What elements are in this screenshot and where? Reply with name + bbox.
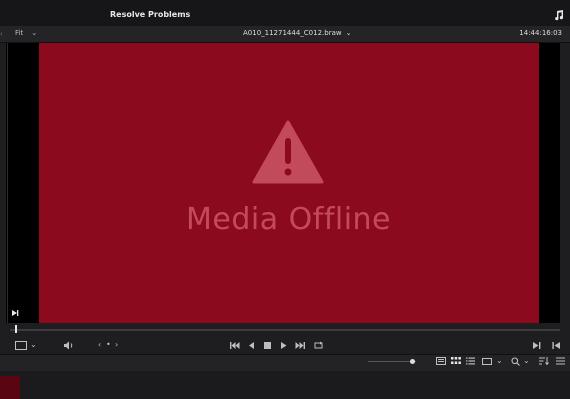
zoom-slider-track[interactable] [368, 361, 416, 362]
zoom-slider-handle[interactable] [410, 359, 415, 364]
title-bar [0, 0, 570, 26]
loop-icon[interactable] [313, 341, 324, 350]
media-offline-label: Media Offline [186, 202, 392, 237]
prev-clip-icon[interactable] [552, 342, 560, 349]
media-pool-area [0, 371, 570, 399]
timecode-display: 14:44:16:03 [519, 29, 562, 37]
metadata-view-icon[interactable] [436, 357, 446, 365]
header-edge-marker: ‹ [0, 30, 3, 38]
scrubber-bar[interactable] [10, 329, 560, 331]
thumbnail-view-icon[interactable] [451, 357, 461, 365]
more-options-icon[interactable] [556, 357, 565, 365]
first-frame-icon[interactable] [230, 342, 240, 349]
viewer-right-edge [560, 43, 570, 323]
chevron-down-icon: ⌄ [31, 29, 38, 37]
next-frame-marker-icon[interactable] [11, 309, 19, 317]
chevron-down-icon[interactable]: ⌄ [496, 356, 503, 366]
jog-dot-icon[interactable]: • [106, 340, 111, 350]
stop-icon[interactable] [264, 342, 271, 349]
play-icon[interactable] [280, 342, 287, 349]
playhead[interactable] [15, 325, 17, 333]
fit-dropdown[interactable]: Fit ⌄ [15, 29, 37, 37]
warning-icon [252, 120, 324, 184]
transport-bar: ⌄ ‹ • › [0, 336, 570, 354]
next-clip-icon[interactable] [533, 342, 541, 349]
clip-name-dropdown[interactable]: A010_11271444_C012.braw ⌄ [243, 29, 351, 37]
clip-thumbnail[interactable] [0, 376, 20, 399]
jog-right-icon[interactable]: › [115, 340, 118, 350]
last-frame-icon[interactable] [295, 342, 305, 349]
step-back-icon[interactable] [248, 342, 255, 349]
viewer-mode-icon[interactable] [15, 341, 27, 350]
fit-label: Fit [15, 29, 24, 37]
search-icon[interactable] [511, 357, 520, 366]
sort-icon[interactable] [539, 357, 549, 365]
list-view-icon[interactable] [466, 357, 475, 365]
jog-left-icon[interactable]: ‹ [98, 340, 101, 350]
window-title: Resolve Problems [110, 10, 191, 19]
speaker-icon[interactable] [63, 341, 74, 350]
clip-filename: A010_11271444_C012.braw [243, 29, 342, 37]
chevron-down-icon[interactable]: ⌄ [30, 340, 37, 350]
chevron-down-icon: ⌄ [345, 29, 352, 37]
clip-display-icon[interactable] [482, 358, 492, 365]
viewer-left-edge [7, 43, 8, 323]
music-note-icon[interactable] [553, 9, 565, 21]
chevron-down-icon[interactable]: ⌄ [523, 356, 530, 366]
